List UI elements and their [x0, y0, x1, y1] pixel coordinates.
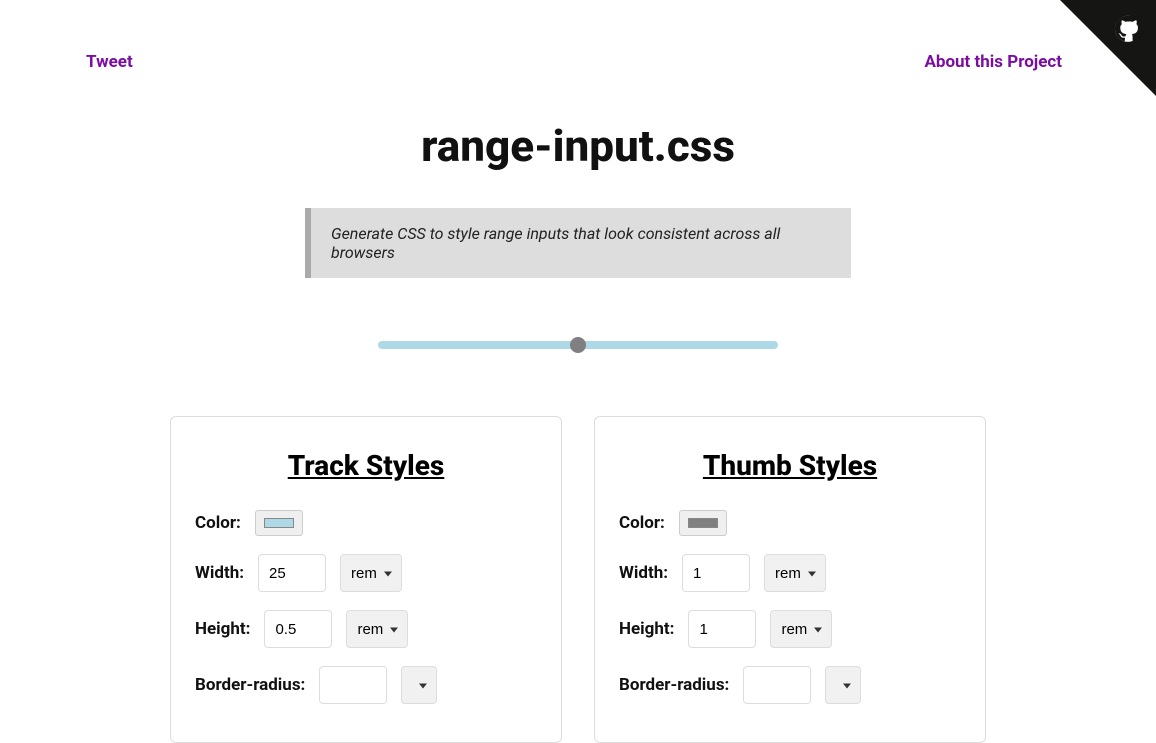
track-height-unit-select[interactable]: rem: [346, 610, 408, 648]
thumb-height-row: Height: rem: [619, 610, 961, 648]
track-color-row: Color:: [195, 510, 537, 536]
thumb-width-label: Width:: [619, 563, 668, 583]
about-link[interactable]: About this Project: [924, 52, 1062, 72]
panels: Track Styles Color: Width: rem Height: r…: [0, 416, 1156, 743]
track-width-row: Width: rem: [195, 554, 537, 592]
thumb-width-input[interactable]: [682, 554, 750, 592]
range-preview-wrap: [0, 330, 1156, 360]
track-radius-label: Border-radius:: [195, 675, 305, 695]
track-heading: Track Styles: [195, 449, 537, 482]
thumb-radius-input[interactable]: [743, 666, 811, 704]
range-thumb[interactable]: [570, 337, 586, 353]
page-title: range-input.css: [0, 120, 1156, 172]
track-radius-input[interactable]: [319, 666, 387, 704]
track-height-row: Height: rem: [195, 610, 537, 648]
thumb-height-label: Height:: [619, 619, 674, 639]
range-preview[interactable]: [378, 330, 778, 360]
track-panel: Track Styles Color: Width: rem Height: r…: [170, 416, 562, 743]
thumb-width-unit-select[interactable]: rem: [764, 554, 826, 592]
track-width-input[interactable]: [258, 554, 326, 592]
track-color-swatch: [264, 518, 294, 528]
track-width-unit-select[interactable]: rem: [340, 554, 402, 592]
track-radius-unit-select[interactable]: [401, 666, 437, 704]
track-color-label: Color:: [195, 513, 241, 533]
thumb-color-input[interactable]: [679, 510, 727, 536]
github-corner-icon: [1060, 0, 1156, 96]
thumb-heading: Thumb Styles: [619, 449, 961, 482]
thumb-color-swatch: [688, 518, 718, 528]
thumb-width-row: Width: rem: [619, 554, 961, 592]
thumb-radius-row: Border-radius:: [619, 666, 961, 704]
thumb-radius-unit-select[interactable]: [825, 666, 861, 704]
thumb-radius-label: Border-radius:: [619, 675, 729, 695]
tweet-link[interactable]: Tweet: [86, 52, 133, 72]
thumb-height-unit-select[interactable]: rem: [770, 610, 832, 648]
thumb-height-input[interactable]: [688, 610, 756, 648]
track-width-label: Width:: [195, 563, 244, 583]
track-color-input[interactable]: [255, 510, 303, 536]
track-height-input[interactable]: [264, 610, 332, 648]
tagline: Generate CSS to style range inputs that …: [305, 208, 851, 278]
thumb-panel: Thumb Styles Color: Width: rem Height: r…: [594, 416, 986, 743]
track-radius-row: Border-radius:: [195, 666, 537, 704]
thumb-color-row: Color:: [619, 510, 961, 536]
github-corner-link[interactable]: [1060, 0, 1156, 96]
top-links: Tweet About this Project: [0, 0, 1156, 72]
track-height-label: Height:: [195, 619, 250, 639]
thumb-color-label: Color:: [619, 513, 665, 533]
